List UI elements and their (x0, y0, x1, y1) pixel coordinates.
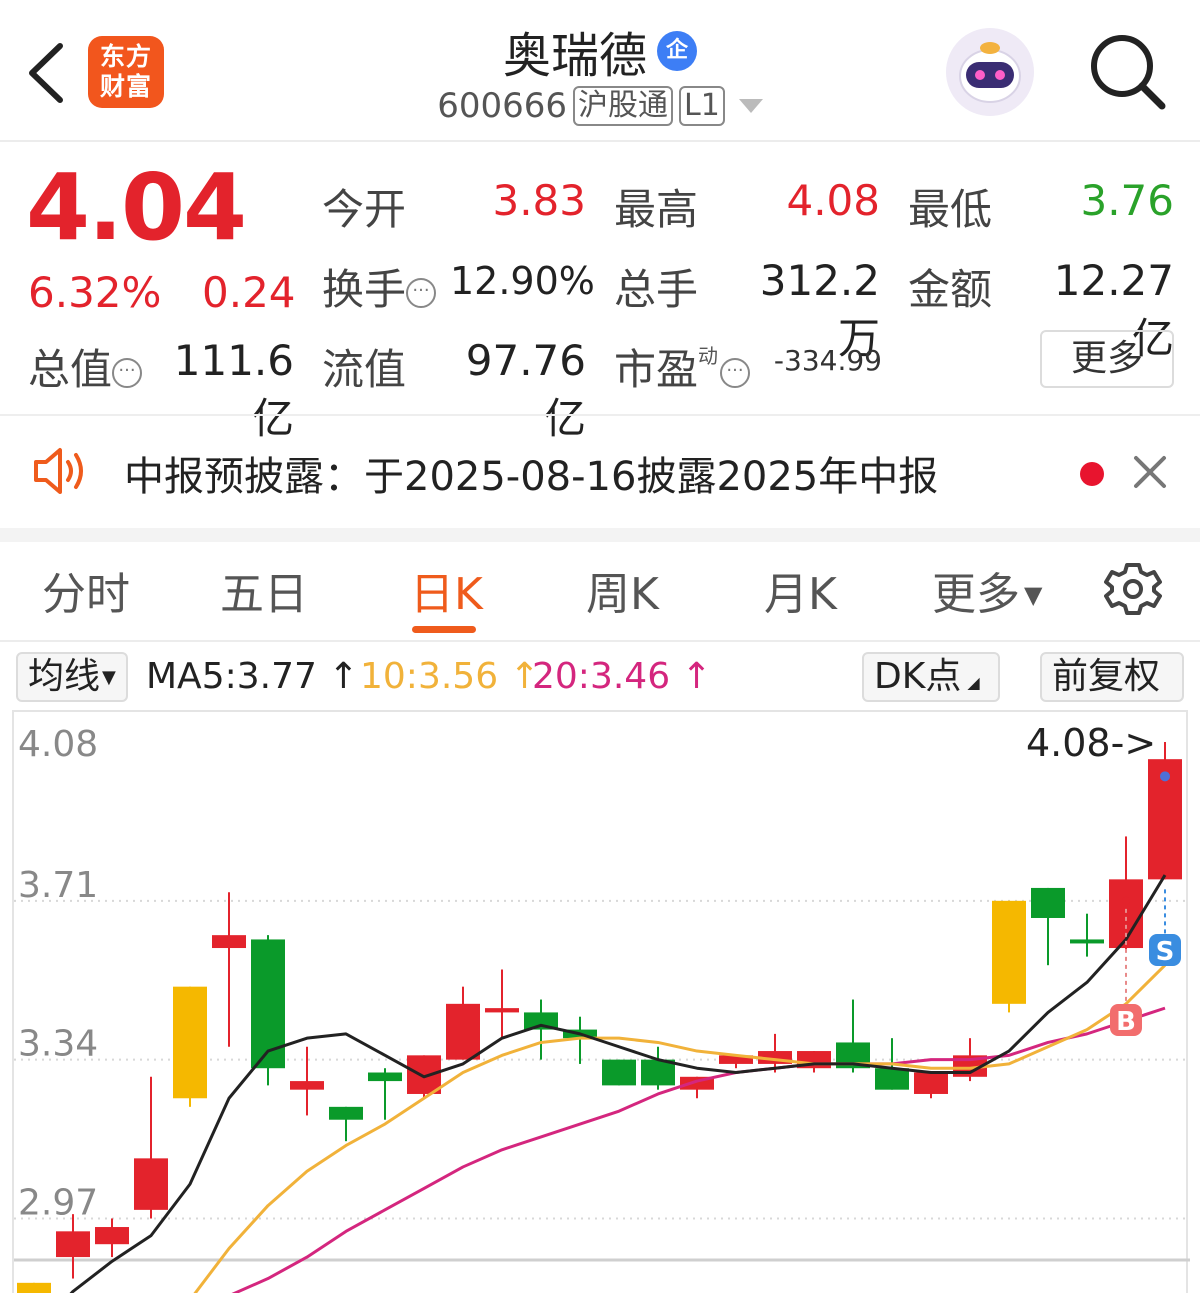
quote-panel: 4.04 6.32% 0.24 今开 3.83 最高 4.08 最低 3.76 … (0, 144, 1200, 443)
tab-more-label: 更多 (932, 569, 1020, 620)
change-amount: 0.24 (202, 268, 296, 317)
candle-body (368, 1072, 402, 1082)
ma5-value: MA5:3.77 ↑ (146, 656, 359, 697)
speaker-icon (34, 448, 83, 494)
change-percent: 6.32% (28, 268, 162, 317)
candle-body (407, 1055, 441, 1094)
high-marker-label: 4.08-> (1026, 721, 1156, 765)
section-gap (0, 528, 1200, 542)
low-value: 3.76 (1080, 176, 1174, 225)
info-dots-icon[interactable] (720, 357, 751, 388)
candle-body (212, 935, 246, 949)
ma10-value: 10:3.56 ↑ (360, 656, 540, 697)
dropdown-caret-icon: ▼ (102, 667, 116, 688)
candle-body (329, 1106, 363, 1120)
dropdown-caret-icon: ▼ (1024, 581, 1043, 609)
level-tag: L1 (678, 86, 725, 126)
kline-svg[interactable]: 4.08 3.71 3.34 2.97 4.08-> S B (14, 712, 1190, 1293)
mktcap-label-text: 总值 (28, 345, 113, 394)
connect-tag: 沪股通 (572, 86, 673, 126)
y-tick-label: 3.34 (18, 1024, 98, 1065)
ma10-text: 10:3.56 (360, 656, 499, 697)
high-point-dot (1160, 771, 1170, 782)
high-value: 4.08 (786, 176, 880, 225)
robot-assistant-icon[interactable] (946, 28, 1034, 116)
ma-select[interactable]: 均线 ▼ (16, 652, 128, 702)
info-dots-icon[interactable] (406, 277, 437, 308)
candle-body (95, 1227, 129, 1245)
stock-name: 奥瑞德 (502, 28, 647, 84)
candle-body (173, 986, 207, 1099)
open-label: 今开 (322, 185, 407, 234)
tab-weekly-k[interactable]: 周K (586, 558, 659, 622)
amount-label: 金额 (908, 265, 993, 314)
adjust-select[interactable]: 前复权 (1040, 652, 1184, 702)
last-price: 4.04 (26, 154, 247, 261)
period-tabs: 分时 五日 日K 周K 月K 更多 ▼ (0, 542, 1200, 642)
turnover-label-text: 换手 (322, 265, 407, 314)
search-icon[interactable] (1084, 30, 1168, 114)
candle-body (17, 1282, 51, 1293)
mktcap-label[interactable]: 总值 (28, 336, 143, 397)
buy-point-dot (1122, 896, 1130, 905)
y-tick-label: 2.97 (18, 1182, 98, 1223)
volume-label: 总手 (614, 265, 699, 314)
tab-more[interactable]: 更多 ▼ (932, 558, 1042, 622)
y-tick-label: 4.08 (18, 724, 98, 765)
unread-dot (1080, 462, 1104, 486)
active-tab-indicator (412, 626, 476, 633)
ma-select-label: 均线 (28, 656, 101, 697)
stock-code: 600666 (437, 86, 567, 126)
candle-body (875, 1068, 909, 1090)
low-label: 最低 (908, 185, 993, 234)
high-label: 最高 (614, 185, 699, 234)
corner-caret-icon: ◢ (967, 673, 980, 692)
ma20-text: 20:3.46 (532, 656, 671, 697)
tab-five-day[interactable]: 五日 (220, 558, 308, 622)
enterprise-badge-icon: 企 (657, 31, 697, 71)
notice-bar[interactable]: 中报预披露：于2025-08-16披露2025年中报 (0, 416, 1200, 528)
turnover-label[interactable]: 换手 (322, 256, 437, 317)
candle-body (134, 1158, 168, 1210)
pe-value: -334.99 (773, 344, 882, 377)
y-tick-label: 3.71 (18, 865, 98, 906)
kline-chart[interactable]: 4.08 3.71 3.34 2.97 4.08-> S B (12, 710, 1190, 1293)
pe-label[interactable]: 市盈动 (614, 336, 751, 397)
dk-point-select[interactable]: DK点 ◢ (862, 652, 1000, 702)
pe-superscript: 动 (698, 344, 719, 368)
candle-body (602, 1059, 636, 1086)
candle-body (914, 1072, 948, 1094)
candle-body (485, 1008, 519, 1013)
open-value: 3.83 (492, 176, 586, 225)
candle-body (446, 1003, 480, 1060)
float-label: 流值 (322, 345, 407, 394)
candle-body (992, 900, 1026, 1004)
notice-text: 中报预披露：于2025-08-16披露2025年中报 (124, 454, 939, 500)
dk-label: DK点 (874, 656, 962, 697)
candle-body (1031, 887, 1065, 918)
ma20-value: 20:3.46 ↑ (532, 656, 712, 697)
top-bar: 东方 财富 奥瑞德 企 600666 沪股通 L1 (0, 0, 1200, 142)
ma10-line (193, 964, 1167, 1293)
buy-signal-label: B (1116, 1007, 1136, 1037)
sell-signal-label: S (1156, 937, 1175, 967)
candle-body (56, 1231, 90, 1258)
candle-body (1070, 939, 1104, 944)
candle-body (290, 1081, 324, 1090)
pe-label-text: 市盈 (614, 345, 699, 394)
candle-body (251, 939, 285, 1069)
tab-monthly-k[interactable]: 月K (764, 558, 837, 622)
tab-intraday[interactable]: 分时 (42, 558, 130, 622)
ma5-text: MA5:3.77 (146, 656, 317, 697)
info-dots-icon[interactable] (112, 357, 143, 388)
turnover-value: 12.90% (450, 259, 595, 303)
more-button[interactable]: 更多 (1040, 330, 1174, 388)
close-icon[interactable] (1132, 454, 1168, 490)
dropdown-caret-icon[interactable] (738, 99, 763, 113)
ma-bar: 均线 ▼ MA5:3.77 ↑ 10:3.56 ↑ 20:3.46 ↑ DK点 ◢ … (0, 644, 1200, 710)
settings-gear-icon[interactable] (1104, 560, 1162, 618)
tab-daily-k[interactable]: 日K (410, 558, 483, 622)
